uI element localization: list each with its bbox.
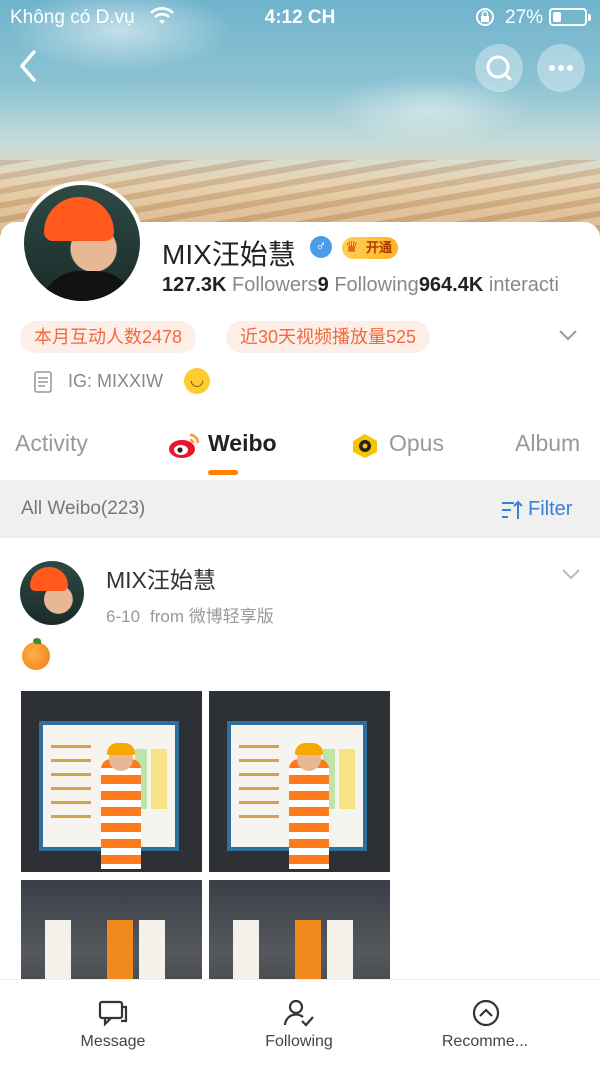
tab-album[interactable]: Album	[515, 430, 580, 457]
post-meta: 6-10 from 微博轻享版	[106, 602, 274, 627]
filter-bar: All Weibo(223) Filter	[0, 480, 600, 538]
vip-badge[interactable]: ♛ 开通	[342, 237, 399, 259]
orange-emoji-icon	[22, 638, 50, 670]
video-views-chip[interactable]: 近30天视频播放量525	[226, 321, 431, 353]
crown-icon: ♛	[345, 239, 359, 256]
tab-opus[interactable]: Opus	[389, 430, 444, 457]
interactions-stat[interactable]: 964.4K interacti	[419, 274, 559, 296]
bottom-action-bar: Message Following Recomme...	[0, 979, 600, 1067]
back-button[interactable]	[10, 44, 50, 90]
photo-person	[289, 759, 329, 869]
search-icon	[486, 55, 512, 81]
avatar-hat	[44, 197, 114, 241]
post-photo[interactable]	[21, 691, 202, 872]
post-author-name[interactable]: MIX汪始慧	[106, 561, 216, 595]
recommend-label: Recomme...	[441, 1033, 529, 1050]
battery-percent: 27%	[505, 7, 544, 28]
photo-cap	[107, 743, 135, 755]
post-menu-button[interactable]	[561, 567, 581, 581]
weibo-logo-icon	[169, 433, 200, 458]
vip-badge-label: 开通	[366, 240, 393, 255]
followers-stat[interactable]: 127.3K Followers	[162, 274, 318, 296]
following-count: 9	[317, 274, 329, 296]
more-dots-icon	[549, 65, 573, 71]
chevron-down-icon	[559, 330, 577, 341]
photo-person	[101, 759, 141, 869]
opus-icon	[353, 434, 377, 458]
photo-cap	[295, 743, 323, 755]
interactions-count: 964.4K	[418, 274, 484, 296]
male-icon: ♂	[310, 236, 332, 258]
user-check-icon	[283, 999, 314, 1027]
followers-count: 127.3K	[162, 274, 227, 296]
message-button[interactable]: Message	[63, 980, 163, 1067]
profile-stats: 127.3K Followers9 Following964.4K intera…	[162, 274, 600, 297]
recommend-button[interactable]: Recomme...	[430, 980, 540, 1067]
post-date: 6-10	[106, 607, 141, 626]
post-author-avatar[interactable]	[20, 561, 84, 625]
active-tab-indicator	[208, 470, 238, 475]
document-icon	[34, 371, 52, 393]
message-label: Message	[80, 1033, 146, 1050]
following-button[interactable]: Following	[248, 980, 350, 1067]
message-icon	[98, 1000, 128, 1027]
avatar-hat	[30, 567, 68, 591]
followers-label: Followers	[226, 274, 318, 296]
following-stat[interactable]: 9 Following	[318, 274, 419, 296]
monthly-interaction-chip[interactable]: 本月互动人数2478	[20, 321, 197, 353]
battery-icon	[549, 8, 591, 26]
upside-down-face-icon: ◡	[184, 368, 210, 394]
chevron-down-icon	[562, 569, 580, 580]
tab-activity[interactable]: Activity	[15, 430, 88, 457]
weibo-count: All Weibo(223)	[21, 498, 146, 519]
chevron-circle-up-icon	[472, 999, 500, 1027]
orientation-lock-icon	[474, 6, 496, 34]
bio-text: IG: MIXXIW	[68, 371, 164, 391]
chevron-left-icon	[20, 50, 36, 82]
avatar-shirt	[40, 271, 136, 301]
filter-label: Filter	[528, 498, 573, 520]
status-bar: Không có D.vụ 4:12 CH 27%	[0, 0, 600, 34]
search-button[interactable]	[475, 44, 523, 92]
post-photo[interactable]	[209, 691, 390, 872]
interactions-label: interacti	[483, 274, 559, 296]
profile-name: MIX汪始慧	[162, 239, 296, 270]
profile-avatar[interactable]	[20, 181, 144, 305]
following-label: Following	[328, 274, 419, 296]
expand-profile-button[interactable]	[558, 328, 577, 346]
following-button-label: Following	[265, 1033, 333, 1050]
filter-icon	[502, 500, 523, 519]
battery-level	[553, 12, 562, 22]
more-button[interactable]	[537, 44, 585, 92]
post-source: from 微博轻享版	[150, 607, 274, 626]
tab-weibo[interactable]: Weibo	[208, 430, 277, 457]
